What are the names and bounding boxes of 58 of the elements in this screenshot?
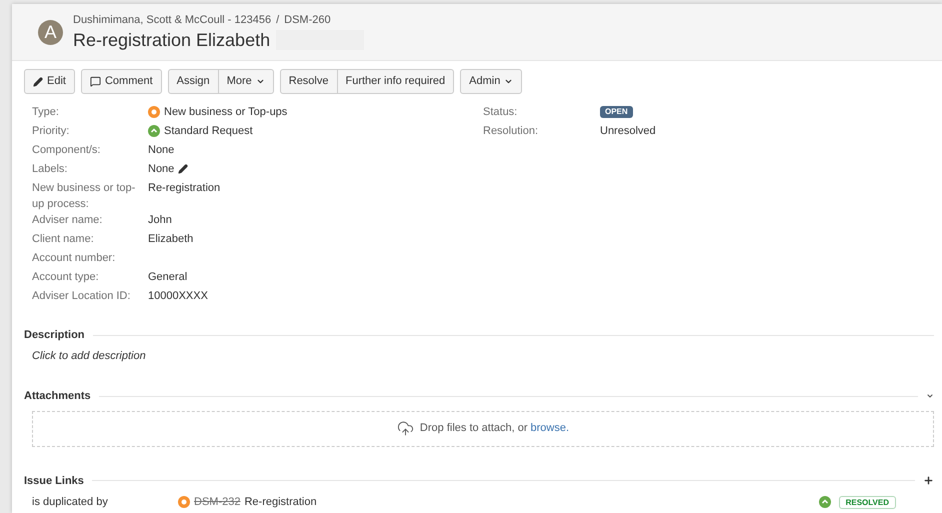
field-label: Resolution: (483, 124, 540, 139)
type-icon (178, 496, 190, 508)
toolbar-button[interactable]: Assign (168, 69, 219, 94)
breadcrumb-link[interactable]: DSM-260 (284, 12, 331, 28)
field-value: John (148, 213, 172, 228)
field-value: None (148, 162, 174, 177)
field-label: New business or top-up process: (32, 181, 136, 212)
breadcrumb-separator: / (276, 12, 280, 28)
status-lozenge: OPEN (600, 106, 633, 118)
toolbar-button[interactable]: Admin (460, 69, 522, 94)
pencil-icon (33, 76, 43, 86)
toolbar-button[interactable]: Further info required (338, 69, 454, 94)
issue-key-link[interactable]: DSM-232 (194, 494, 240, 510)
toolbar-button[interactable]: Resolve (280, 69, 338, 94)
description-placeholder[interactable]: Click to add description (24, 348, 146, 364)
field-value: Standard Request (164, 124, 253, 139)
field-label: Adviser name: (32, 213, 104, 228)
field-label: Account number: (32, 251, 116, 266)
field-value: Re-registration (148, 181, 220, 196)
toolbar-button[interactable]: Comment (80, 69, 162, 94)
field-value: Unresolved (600, 124, 656, 139)
field-value: None (148, 143, 174, 158)
pencil-icon[interactable] (178, 164, 188, 174)
priority-icon (818, 496, 831, 508)
priority-icon (148, 125, 160, 137)
drop-text: Drop files to attach, or (420, 421, 528, 436)
field-value: New business or Top-ups (164, 105, 288, 120)
collapse-icon[interactable] (926, 392, 934, 400)
status-lozenge: RESOLVED (838, 496, 896, 508)
section-heading: Description (24, 328, 85, 343)
breadcrumb-link[interactable]: Dushimimana, Scott & McCoull - 123456 (73, 12, 272, 28)
field-label: Component/s: (32, 143, 102, 158)
drop-zone[interactable]: Drop files to attach, or browse. (32, 410, 934, 446)
field-label: Labels: (32, 162, 68, 177)
upload-cloud-icon (396, 420, 414, 437)
field-label: Status: (483, 105, 518, 120)
field-value: Elizabeth (148, 232, 194, 247)
field-label: Priority: (32, 124, 70, 139)
toolbar-button[interactable]: Edit (24, 69, 75, 94)
issue-summary-link[interactable]: Re-registration (244, 494, 317, 510)
toolbar-button[interactable]: More (218, 69, 274, 94)
caret-icon (504, 77, 514, 86)
field-label: Adviser Location ID: (32, 289, 132, 304)
caret-icon (256, 77, 265, 86)
type-icon (148, 106, 160, 118)
field-label: Type: (32, 105, 60, 120)
comment-icon (90, 76, 101, 87)
issue-title: Re-registration Elizabeth (73, 29, 270, 52)
field-label: Account type: (32, 270, 100, 285)
section-heading: Attachments (24, 389, 91, 404)
avatar: A (38, 20, 63, 44)
field-label: Client name: (32, 232, 95, 247)
link-relation: is duplicated by (32, 494, 109, 510)
section-heading: Issue Links (24, 474, 84, 488)
browse-link[interactable]: browse. (530, 420, 570, 437)
add-icon[interactable] (923, 475, 934, 486)
field-value: General (148, 270, 188, 285)
field-value: 10000XXXX (148, 289, 208, 304)
